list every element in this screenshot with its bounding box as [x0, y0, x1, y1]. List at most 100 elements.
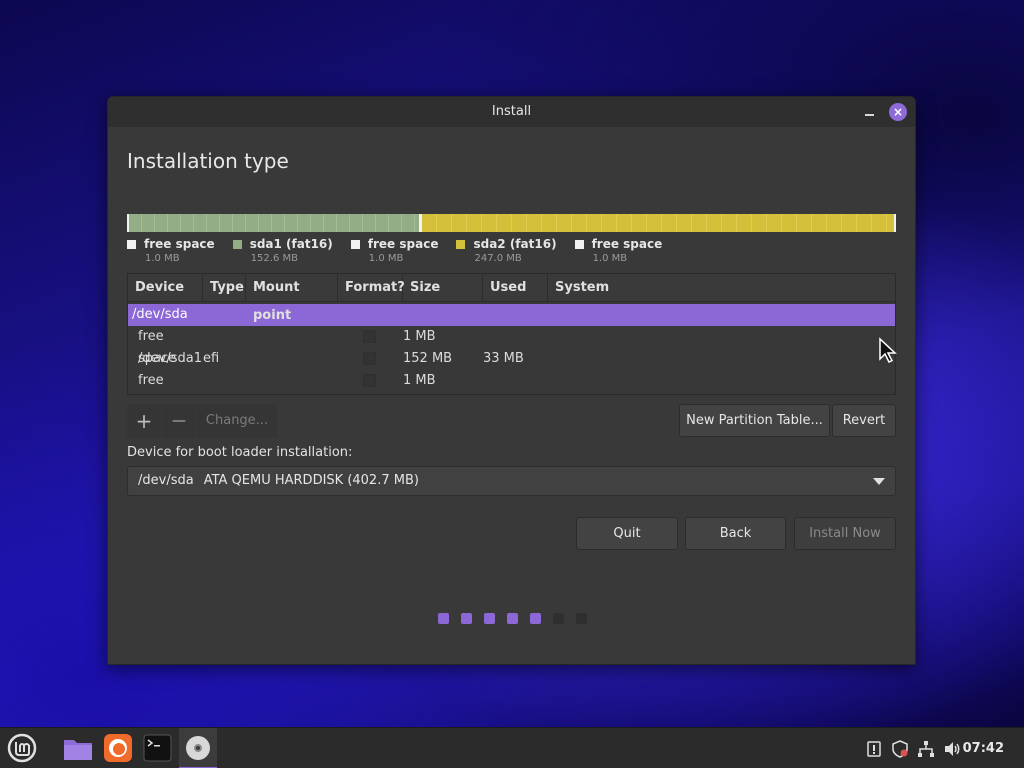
legend-item: sda2 (fat16) 247.0 MB	[456, 237, 557, 264]
chevron-down-icon	[873, 478, 885, 485]
legend-item: free space 1.0 MB	[574, 237, 663, 264]
table-row[interactable]: free space 1 MB	[128, 326, 895, 366]
clock[interactable]: 07:42	[963, 728, 1004, 768]
terminal-launcher[interactable]	[139, 728, 177, 768]
installer-taskbar-item[interactable]	[179, 728, 217, 768]
legend-item: sda1 (fat16) 152.6 MB	[232, 237, 333, 264]
page-title: Installation type	[127, 149, 289, 173]
menu-button[interactable]	[2, 728, 40, 768]
quit-button[interactable]: Quit	[576, 517, 678, 550]
terminal-icon	[143, 734, 172, 762]
progress-dots	[438, 613, 599, 624]
format-checkbox[interactable]	[363, 352, 376, 365]
minimize-icon[interactable]	[862, 103, 878, 119]
system-cell	[548, 326, 895, 348]
used-cell	[483, 326, 548, 348]
notification-icon[interactable]	[864, 739, 884, 759]
boot-loader-select[interactable]: /dev/sda ATA QEMU HARDDISK (402.7 MB)	[127, 466, 896, 496]
legend-size: 152.6 MB	[250, 253, 298, 264]
legend-size: 1.0 MB	[368, 253, 404, 264]
mount-cell	[246, 348, 338, 370]
header-type[interactable]: Type	[203, 274, 246, 301]
system-tray	[864, 728, 962, 768]
device-cell: /dev/sda1	[138, 351, 202, 366]
disk-legend: free space 1.0 MB sda1 (fat16) 152.6 MB …	[127, 237, 680, 264]
header-format[interactable]: Format?	[338, 274, 405, 301]
header-device[interactable]: Device	[128, 274, 203, 301]
revert-button[interactable]: Revert	[832, 404, 896, 437]
network-icon[interactable]	[916, 739, 936, 759]
table-header: Device Type Mount point Format? Size Use…	[128, 274, 895, 323]
progress-step-dot	[507, 613, 518, 624]
format-checkbox[interactable]	[363, 374, 376, 387]
legend-item: free space 1.0 MB	[350, 237, 439, 264]
table-row-selected[interactable]: /dev/sda	[128, 304, 895, 326]
firefox-launcher[interactable]	[99, 728, 137, 768]
folder-icon	[64, 740, 92, 760]
header-size[interactable]: Size	[403, 274, 483, 301]
remove-partition-button[interactable]: —	[162, 404, 196, 438]
legend-size: 1.0 MB	[592, 253, 628, 264]
disc-icon	[186, 736, 210, 760]
mouse-cursor-icon	[879, 337, 897, 363]
mint-logo-icon	[7, 733, 37, 763]
back-button[interactable]: Back	[685, 517, 786, 550]
header-used[interactable]: Used	[483, 274, 548, 301]
partition-toolbar: + — Change... New Partition Table... Rev…	[127, 404, 896, 438]
progress-step-dot	[461, 613, 472, 624]
used-cell: 33 MB	[483, 351, 524, 366]
legend-item: free space 1.0 MB	[127, 237, 215, 264]
device-cell: free space	[138, 329, 177, 366]
boot-device: /dev/sda	[138, 473, 194, 488]
legend-swatch	[456, 239, 466, 249]
firefox-icon	[104, 734, 132, 762]
legend-size: 247.0 MB	[474, 253, 522, 264]
legend-label: free space	[367, 237, 439, 251]
legend-swatch	[232, 239, 242, 249]
legend-label: free space	[591, 237, 663, 251]
legend-label: sda1 (fat16)	[249, 237, 333, 251]
legend-size: 1.0 MB	[145, 253, 180, 264]
legend-swatch	[350, 239, 360, 249]
progress-step-dot	[438, 613, 449, 624]
size-cell: 152 MB	[403, 351, 453, 366]
files-launcher[interactable]	[59, 728, 97, 768]
progress-step-dot	[576, 613, 587, 624]
legend-swatch	[127, 239, 136, 249]
close-icon[interactable]: ×	[889, 103, 907, 121]
format-checkbox[interactable]	[363, 330, 376, 343]
legend-label: sda2 (fat16)	[473, 237, 557, 251]
type-cell	[203, 326, 246, 348]
progress-step-dot	[530, 613, 541, 624]
title-bar[interactable]: Install ×	[108, 97, 915, 127]
progress-step-dot	[484, 613, 495, 624]
shield-icon[interactable]	[890, 739, 910, 759]
volume-icon[interactable]	[942, 739, 962, 759]
used-cell	[483, 370, 548, 392]
system-cell	[548, 370, 895, 392]
taskbar: 07:42	[0, 727, 1024, 768]
install-now-button[interactable]: Install Now	[794, 517, 896, 550]
installer-window: Install × Installation type free space 1…	[107, 96, 916, 665]
device-cell: free space	[138, 373, 164, 388]
legend-swatch	[574, 239, 584, 249]
mount-cell	[246, 370, 338, 392]
disk-segment-sda1	[129, 214, 419, 232]
mount-cell	[246, 326, 338, 348]
table-row[interactable]: /dev/sda1 efi 152 MB 33 MB	[128, 348, 895, 370]
table-row[interactable]: free space 1 MB	[128, 370, 895, 392]
boot-loader-label: Device for boot loader installation:	[127, 445, 353, 460]
type-cell	[203, 370, 246, 392]
window-title: Install	[491, 104, 532, 119]
disk-segment-sda2	[422, 214, 894, 232]
progress-step-dot	[553, 613, 564, 624]
disk-segment-free-3	[894, 214, 896, 232]
header-system[interactable]: System	[548, 274, 895, 301]
add-partition-button[interactable]: +	[127, 404, 161, 438]
change-partition-button[interactable]: Change...	[197, 404, 277, 438]
size-cell: 1 MB	[403, 329, 436, 344]
header-mount-point[interactable]: Mount point	[246, 274, 338, 323]
type-cell: efi	[203, 351, 220, 366]
disk-usage-bar	[127, 214, 896, 232]
new-partition-table-button[interactable]: New Partition Table...	[679, 404, 830, 437]
